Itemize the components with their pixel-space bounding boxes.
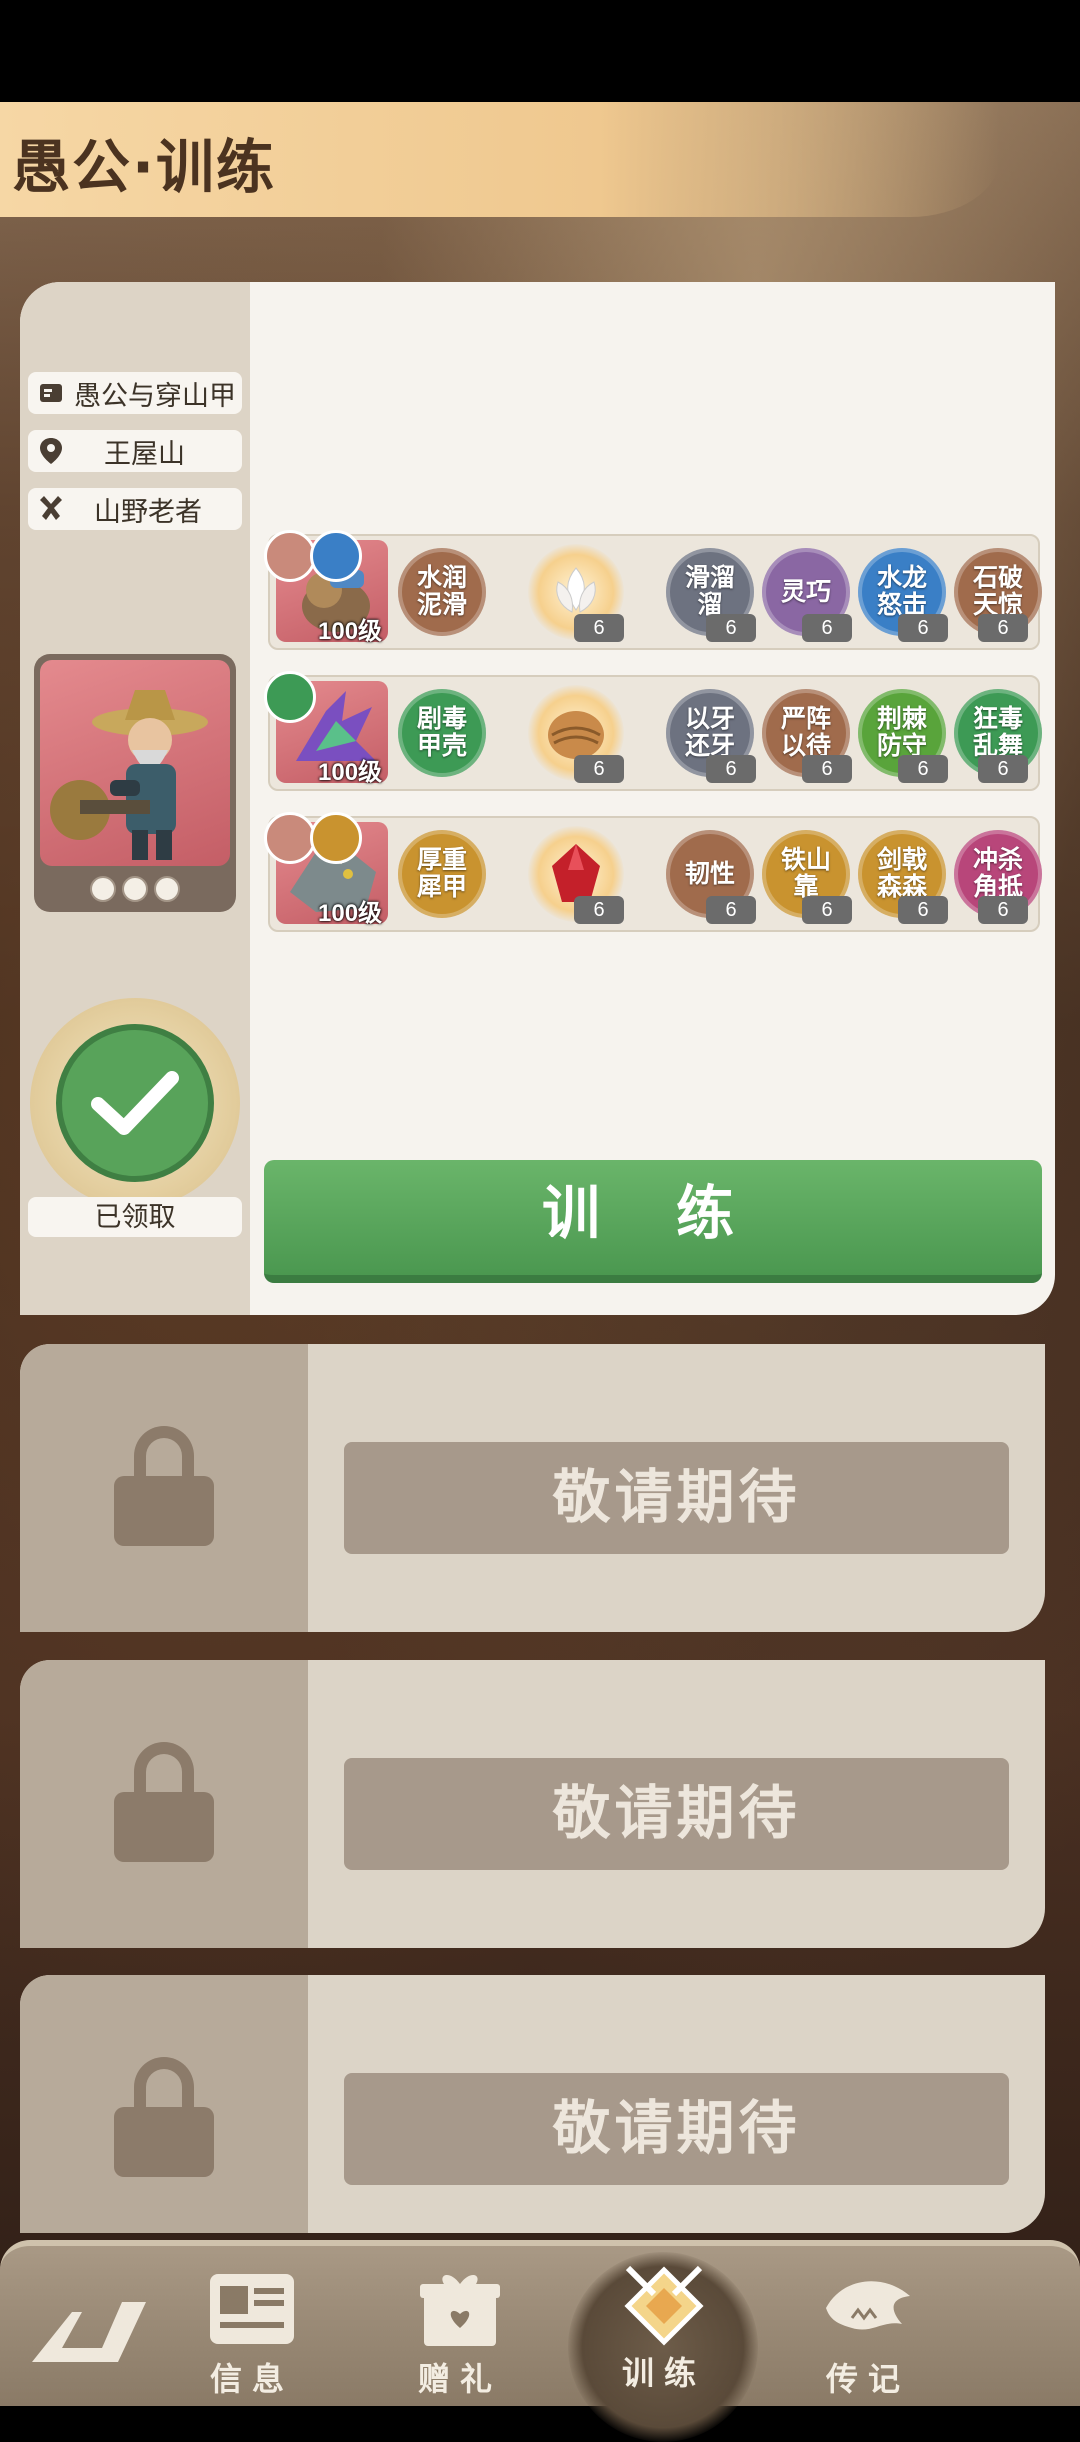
tab-training[interactable]: 训练 [604, 2262, 724, 2392]
id-card-icon [206, 2268, 298, 2350]
character-avatar [40, 660, 230, 866]
star-dot [90, 876, 116, 902]
tab-label: 赠礼 [417, 2361, 502, 2397]
coming-soon-button[interactable]: 敬请期待 [344, 1442, 1009, 1554]
gift-icon [414, 2268, 506, 2350]
claimed-label: 已领取 [28, 1197, 242, 1237]
item-level: 6 [574, 614, 624, 642]
star-dot [122, 876, 148, 902]
pet-row[interactable]: 100级 水润泥滑 6 滑溜溜 6 灵巧 6 水龙怒击 6 石破天惊 6 [264, 530, 1042, 650]
skill-level: 6 [802, 896, 852, 924]
train-button[interactable]: 训 练 [264, 1160, 1042, 1283]
story-pill: 愚公与穿山甲 [28, 372, 242, 414]
tab-gift[interactable]: 赠礼 [400, 2268, 520, 2398]
lock-icon [114, 2057, 214, 2177]
skill-level: 6 [978, 755, 1028, 783]
tab-label: 传记 [825, 2361, 910, 2397]
skill-icon[interactable]: 水润泥滑 [398, 548, 486, 636]
pet-level: 100级 [318, 618, 383, 645]
skill-level: 6 [802, 755, 852, 783]
skill-level: 6 [706, 755, 756, 783]
claim-badge [30, 998, 240, 1208]
page-title: 愚公·训练 [12, 133, 277, 201]
book-icon [34, 376, 68, 410]
beast-claw-icon [822, 2268, 914, 2350]
location-label: 王屋山 [104, 438, 185, 469]
location-pin-icon [34, 434, 68, 468]
locked-slot-side [20, 1344, 308, 1632]
poison-element-icon [264, 671, 316, 723]
tab-label: 训练 [621, 2355, 706, 2391]
tab-info[interactable]: 信息 [192, 2268, 312, 2398]
tab-biography[interactable]: 传记 [808, 2268, 928, 2398]
skill-level: 6 [898, 896, 948, 924]
crossed-tools-icon [34, 492, 68, 526]
coming-soon-button[interactable]: 敬请期待 [344, 1758, 1009, 1870]
locked-slot: 敬请期待 [20, 1344, 1045, 1632]
water-element-icon [310, 530, 362, 582]
back-tab[interactable] [22, 2292, 152, 2422]
star-dot [154, 876, 180, 902]
role-label: 山野老者 [94, 496, 202, 527]
back-icon [32, 2302, 146, 2362]
skill-level: 6 [706, 614, 756, 642]
character-sidebar: 愚公与穿山甲 王屋山 山野老者 已领取 [20, 282, 250, 1315]
tab-label: 信息 [209, 2361, 294, 2397]
skill-level: 6 [706, 896, 756, 924]
pet-row[interactable]: 100级 剧毒甲壳 6 以牙还牙 6 严阵以待 6 荆棘防守 6 狂毒乱舞 6 [264, 671, 1042, 791]
earth-element-icon [264, 812, 316, 864]
lock-icon [114, 1426, 214, 1546]
status-bar [0, 0, 1080, 102]
skill-level: 6 [978, 614, 1028, 642]
skill-level: 6 [978, 896, 1028, 924]
locked-slot: 敬请期待 [20, 1975, 1045, 2233]
locked-slot-side [20, 1975, 308, 2233]
skill-level: 6 [898, 614, 948, 642]
locked-slot-side [20, 1660, 308, 1948]
role-pill: 山野老者 [28, 488, 242, 530]
crossed-swords-icon [618, 2262, 710, 2346]
skill-icon[interactable]: 剧毒甲壳 [398, 689, 486, 777]
star-dots [34, 876, 236, 902]
pet-row[interactable]: 100级 厚重犀甲 6 韧性 6 铁山靠 6 剑戟森森 6 冲杀角抵 6 [264, 812, 1042, 932]
metal-element-icon [310, 812, 362, 864]
item-level: 6 [574, 896, 624, 924]
pet-level: 100级 [318, 900, 383, 927]
earth-element-icon [264, 530, 316, 582]
coming-soon-button[interactable]: 敬请期待 [344, 2073, 1009, 2185]
check-icon [91, 1071, 179, 1135]
item-level: 6 [574, 755, 624, 783]
story-label: 愚公与穿山甲 [74, 380, 236, 411]
skill-icon[interactable]: 厚重犀甲 [398, 830, 486, 918]
locked-slot: 敬请期待 [20, 1660, 1045, 1948]
location-pill: 王屋山 [28, 430, 242, 472]
character-portrait[interactable] [34, 654, 236, 912]
skill-level: 6 [898, 755, 948, 783]
pet-level: 100级 [318, 759, 383, 786]
lock-icon [114, 1742, 214, 1862]
checkmark-badge [56, 1024, 214, 1182]
skill-level: 6 [802, 614, 852, 642]
